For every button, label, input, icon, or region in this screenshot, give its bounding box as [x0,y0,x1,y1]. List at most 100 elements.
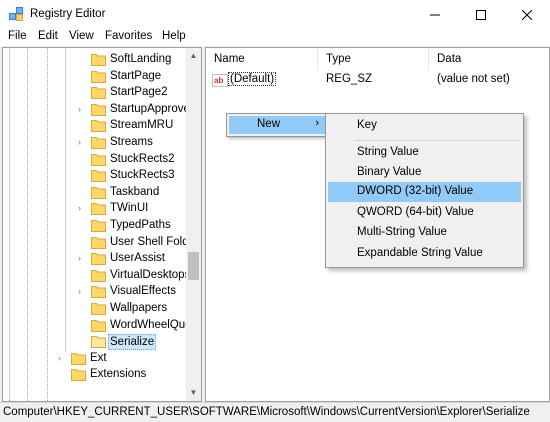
tree-item-label: Taskband [110,185,160,198]
scroll-up-icon[interactable]: ▲ [189,51,198,60]
submenu-item-label: Key [357,119,377,131]
tree-item[interactable]: Serialize [3,333,187,351]
expand-chevron-icon[interactable]: › [78,136,86,148]
tree-item[interactable]: › VisualEffects [3,283,187,300]
expand-chevron-icon[interactable]: › [78,285,86,297]
tree-item-label: TWinUI [110,202,149,215]
submenu-item-dword-value[interactable]: DWORD (32-bit) Value [328,182,521,202]
expand-chevron-icon[interactable]: › [78,103,86,115]
tree-item-label: TypedPaths [110,219,171,231]
submenu-item-label: DWORD (32-bit) Value [357,185,474,197]
status-bar-path: Computer\HKEY_CURRENT_USER\SOFTWARE\Micr… [0,402,550,422]
menu-edit[interactable]: Edit [38,30,58,42]
menu-favorites[interactable]: Favorites [105,30,152,42]
minimize-button[interactable] [412,0,458,29]
tree-item-label: VisualEffects [110,285,177,298]
tree-item[interactable]: StartPage [3,68,187,85]
tree-item-label: Wallpapers [110,302,168,314]
tree-item[interactable]: User Shell Folde [3,234,195,251]
tree-item[interactable]: StreamMRU [3,117,187,134]
column-header-type[interactable]: Type [318,48,429,70]
scroll-down-icon[interactable]: ▼ [189,388,198,397]
submenu-item-string-value[interactable]: String Value [328,143,521,163]
maximize-icon [476,9,486,20]
tree-scrollbar[interactable]: ▲ ▼ [186,48,201,401]
string-value-icon: ab [212,74,228,87]
submenu-item-key[interactable]: Key [328,116,521,136]
tree-item[interactable]: TypedPaths [3,217,187,234]
tree-item[interactable]: WordWheelQue [3,317,192,334]
value-name: (Default) [228,72,277,86]
menu-file[interactable]: File [8,30,27,42]
folder-icon [91,253,106,266]
context-menu-new-label: New [257,118,281,130]
value-row[interactable]: ab (Default) REG_SZ (value not set) [206,72,549,89]
expand-chevron-icon[interactable]: › [58,352,66,364]
tree-item[interactable]: Wallpapers [3,300,187,317]
minimize-icon [430,14,440,15]
tree-item-label: StartupApprove [110,102,190,115]
folder-icon [91,336,106,349]
folder-icon [91,286,106,299]
submenu-item-expandable-string-value[interactable]: Expandable String Value [328,244,521,264]
context-menu: New › [226,113,328,137]
tree-item-label: StartPage [110,69,162,82]
menu-help[interactable]: Help [162,30,186,42]
tree-item[interactable]: › Ext [3,350,187,367]
folder-icon [91,87,106,100]
context-menu-new[interactable]: New › [229,116,325,134]
tree-item[interactable]: › Streams [3,134,187,151]
tree-item-label: StuckRects2 [110,152,175,165]
folder-icon [71,352,86,365]
close-button[interactable] [504,0,550,29]
tree-item[interactable]: StartPage2 [3,84,187,101]
folder-icon [91,137,106,149]
tree-item[interactable]: Taskband [3,184,187,201]
folder-icon [91,170,106,183]
folder-icon [71,369,86,382]
submenu-item-binary-value[interactable]: Binary Value [328,163,521,183]
folder-icon [91,236,106,249]
tree-item-label: StartPage2 [110,86,168,99]
tree-item[interactable]: › TWinUI [3,200,187,217]
submenu-item-label: QWORD (64-bit) Value [357,206,474,218]
submenu-item-label: String Value [357,146,419,158]
tree-item[interactable]: SoftLanding [3,51,187,68]
expand-chevron-icon[interactable]: › [78,202,86,214]
tree-item[interactable]: › StartupApprove [3,101,190,118]
folder-icon [91,54,106,66]
submenu-item-multi-string-value[interactable]: Multi-String Value [328,223,521,243]
submenu-item-qword-value[interactable]: QWORD (64-bit) Value [328,203,521,223]
close-icon [522,9,532,20]
folder-icon [91,269,106,282]
submenu-item-label: Expandable String Value [357,247,483,259]
folder-icon [91,103,106,116]
tree-item-label: VirtualDesktops [110,268,191,281]
value-data: (value not set) [437,73,510,85]
folder-icon [91,220,106,232]
scrollbar-thumb[interactable] [188,252,199,280]
key-tree[interactable]: SoftLanding StartPage StartPage2 › StartupAp… [2,47,202,402]
tree-item[interactable]: › UserAssist [3,250,187,267]
tree-item[interactable]: StuckRects3 [3,167,187,184]
folder-icon [91,186,106,199]
new-submenu: Key String Value Binary Value DWORD (32-… [325,113,524,268]
tree-item-label: Extensions [90,368,147,381]
folder-icon [91,153,106,166]
svg-text:ab: ab [214,76,223,85]
tree-item[interactable]: Extensions [3,366,187,383]
folder-icon [91,203,106,216]
menu-view[interactable]: View [69,30,94,42]
tree-item[interactable]: StuckRects2 [3,151,187,168]
submenu-item-label: Binary Value [357,166,422,178]
maximize-button[interactable] [458,0,504,29]
column-header-name[interactable]: Name [206,48,318,70]
registry-editor-icon [9,7,23,21]
expand-chevron-icon[interactable]: › [78,252,86,264]
tree-item-label: UserAssist [110,252,165,265]
tree-item-label: WordWheelQue [110,318,192,331]
column-header-data[interactable]: Data [429,48,549,70]
folder-icon [91,120,106,133]
tree-item-label: Ext [90,351,107,364]
tree-item[interactable]: VirtualDesktops [3,267,190,284]
